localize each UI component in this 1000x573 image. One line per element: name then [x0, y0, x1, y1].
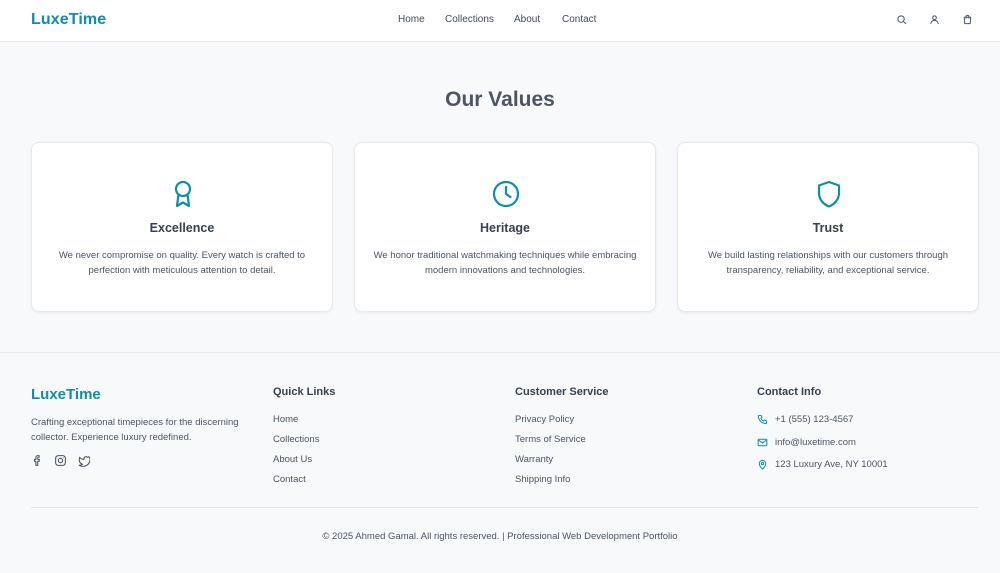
section-title: Our Values: [445, 88, 555, 111]
footer-link-collections[interactable]: Collections: [273, 434, 319, 445]
instagram-icon[interactable]: [54, 454, 67, 467]
footer-link-warranty[interactable]: Warranty: [515, 454, 553, 465]
footer-link-shipping-info[interactable]: Shipping Info: [515, 474, 570, 485]
value-card-heritage: Heritage We honor traditional watchmakin…: [354, 142, 656, 312]
footer-link-terms-of-service[interactable]: Terms of Service: [515, 434, 586, 445]
phone-icon: [757, 414, 768, 425]
mail-icon: [757, 437, 768, 448]
shopping-bag-icon[interactable]: [962, 14, 973, 25]
nav-item-contact[interactable]: Contact: [562, 14, 596, 25]
nav-item-collections[interactable]: Collections: [445, 14, 494, 25]
customer-service-heading: Customer Service: [515, 386, 609, 398]
card-title: Excellence: [149, 221, 215, 235]
footer-link-about-us[interactable]: About Us: [273, 454, 312, 465]
footer-link-home[interactable]: Home: [273, 414, 298, 425]
main-nav: Home Collections About Contact: [0, 14, 1000, 28]
quick-links-heading: Quick Links: [273, 386, 336, 398]
map-pin-icon: [757, 459, 768, 470]
card-description: We honor traditional watchmaking techniq…: [373, 250, 637, 276]
footer-brand-logo[interactable]: LuxeTime: [31, 386, 101, 403]
footer-link-privacy-policy[interactable]: Privacy Policy: [515, 414, 574, 425]
nav-item-about[interactable]: About: [514, 14, 540, 25]
site-header: LuxeTime Home Collections About Contact: [0, 0, 1000, 42]
search-icon[interactable]: [896, 14, 907, 25]
award-icon: [169, 179, 197, 209]
nav-item-home[interactable]: Home: [398, 14, 425, 25]
twitter-icon[interactable]: [77, 454, 90, 467]
contact-info-heading: Contact Info: [757, 386, 822, 398]
contact-email[interactable]: info@luxetime.com: [775, 437, 856, 448]
contact-phone: +1 (555) 123-4567: [775, 414, 854, 425]
shield-icon: [815, 179, 843, 209]
card-description: We build lasting relationships with our …: [707, 250, 949, 276]
card-title: Trust: [812, 221, 844, 235]
copyright-text: © 2025 Ahmed Gamal. All rights reserved.…: [322, 531, 678, 542]
user-icon[interactable]: [929, 14, 940, 25]
footer-description: Crafting exceptional timepieces for the …: [31, 417, 239, 443]
clock-icon: [492, 179, 520, 209]
card-title: Heritage: [479, 221, 531, 235]
contact-address: 123 Luxury Ave, NY 10001: [775, 459, 888, 470]
facebook-icon[interactable]: [31, 454, 44, 467]
footer-divider: [31, 507, 979, 508]
card-description: We never compromise on quality. Every wa…: [58, 250, 306, 276]
site-footer: LuxeTime Crafting exceptional timepieces…: [0, 352, 1000, 573]
value-card-trust: Trust We build lasting relationships wit…: [677, 142, 979, 312]
value-card-excellence: Excellence We never compromise on qualit…: [31, 142, 333, 312]
footer-link-contact[interactable]: Contact: [273, 474, 306, 485]
